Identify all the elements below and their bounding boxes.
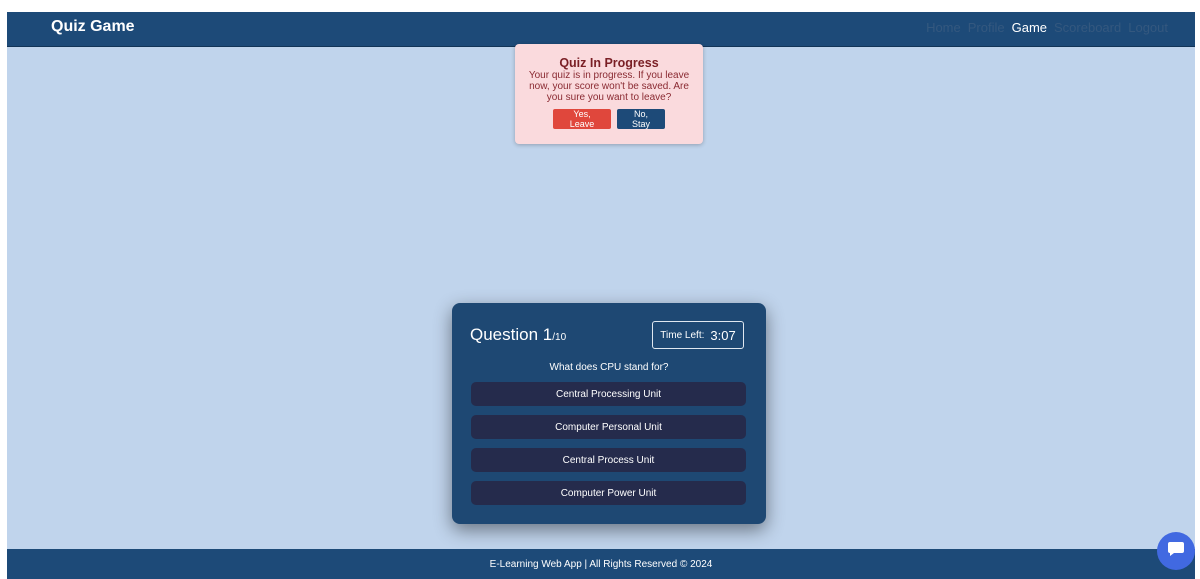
nav-link-game[interactable]: Game	[1012, 20, 1047, 35]
answer-option-2[interactable]: Computer Personal Unit	[471, 415, 746, 439]
answer-option-1[interactable]: Central Processing Unit	[471, 382, 746, 406]
footer-text: E-Learning Web App | All Rights Reserved…	[489, 558, 713, 570]
answer-option-4[interactable]: Computer Power Unit	[471, 481, 746, 505]
dialog-message: Your quiz is in progress. If you leave n…	[528, 70, 690, 103]
question-text: What does CPU stand for?	[549, 362, 669, 373]
answer-option-3[interactable]: Central Process Unit	[471, 448, 746, 472]
question-total: /10	[552, 332, 567, 343]
nav-link-home[interactable]: Home	[926, 20, 961, 35]
leave-confirm-dialog: Quiz In Progress Your quiz is in progres…	[515, 44, 703, 144]
app-frame: Quiz Game Home Profile Game Scoreboard L…	[7, 12, 1195, 579]
nav-link-logout[interactable]: Logout	[1128, 20, 1168, 35]
no-stay-button[interactable]: No, Stay	[617, 109, 665, 129]
quiz-card: Question 1/10 Time Left: 3:07 What does …	[452, 303, 766, 524]
chat-button[interactable]	[1157, 532, 1195, 570]
timer: Time Left: 3:07	[652, 321, 744, 349]
dialog-buttons: Yes, Leave No, Stay	[515, 109, 703, 129]
nav-link-scoreboard[interactable]: Scoreboard	[1054, 20, 1121, 35]
question-counter: Question 1/10	[470, 325, 566, 345]
question-number: Question 1	[470, 325, 553, 344]
footer: E-Learning Web App | All Rights Reserved…	[7, 549, 1195, 579]
navbar: Quiz Game Home Profile Game Scoreboard L…	[7, 12, 1195, 47]
nav-link-profile[interactable]: Profile	[968, 20, 1005, 35]
nav-links: Home Profile Game Scoreboard Logout	[926, 20, 1168, 35]
timer-value: 3:07	[710, 327, 736, 343]
timer-label: Time Left:	[660, 329, 705, 341]
yes-leave-button[interactable]: Yes, Leave	[553, 109, 611, 129]
chat-bubble-icon	[1167, 541, 1185, 562]
brand-logo[interactable]: Quiz Game	[51, 18, 135, 36]
dialog-title: Quiz In Progress	[559, 56, 659, 70]
